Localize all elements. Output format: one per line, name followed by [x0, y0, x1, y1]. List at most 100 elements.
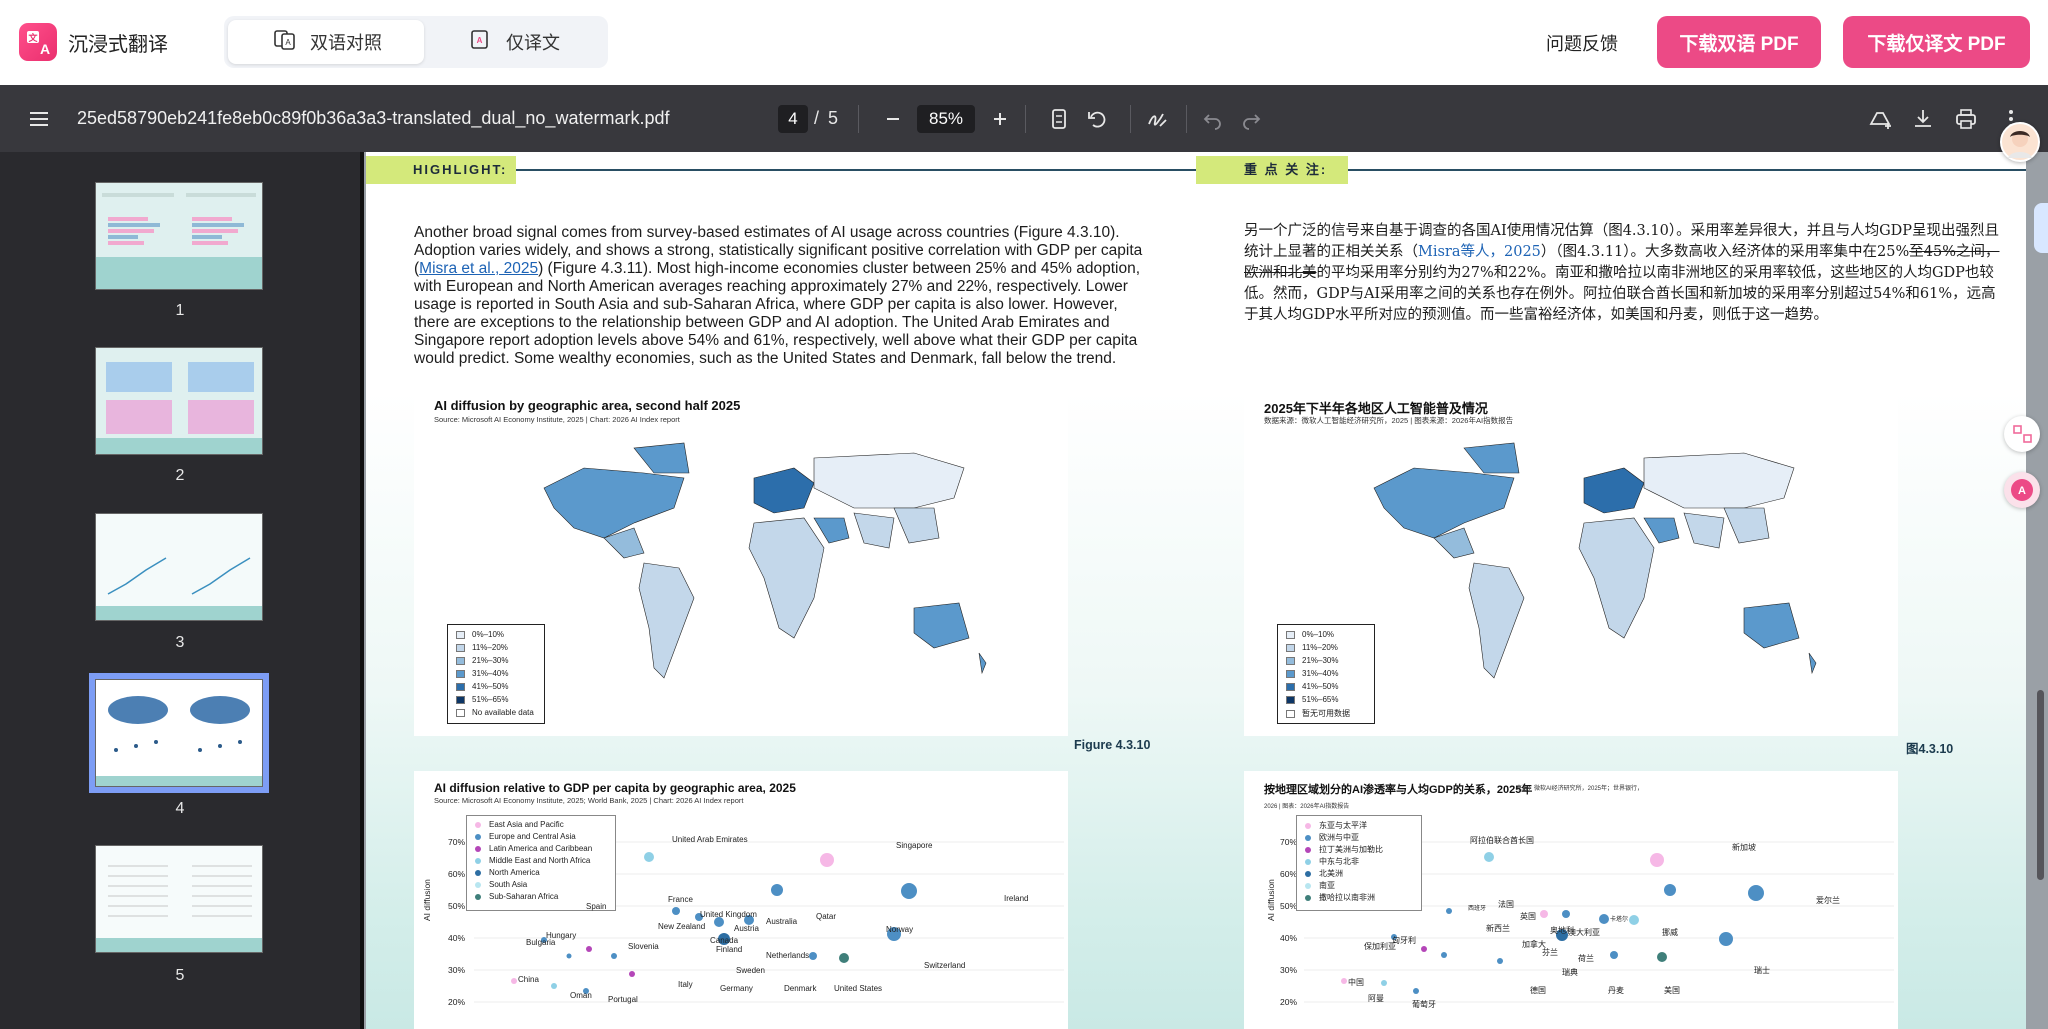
y-tick: 60% — [1280, 869, 1298, 879]
data-point — [1484, 852, 1494, 862]
y-tick: 40% — [448, 933, 466, 943]
point-label: Italy — [678, 980, 693, 989]
data-point — [644, 852, 654, 862]
tab-translated-only[interactable]: A 仅译文 — [424, 20, 604, 64]
map-legend: 0%–10% 11%–20% 21%–30% 31%–40% 41%–50% 5… — [447, 624, 545, 724]
side-panel-tab[interactable] — [2034, 203, 2048, 253]
data-point — [1441, 952, 1447, 958]
translate-float-icon[interactable]: A — [2004, 472, 2040, 508]
page-separator: / — [814, 108, 820, 128]
figure-title: AI diffusion by geographic area, second … — [434, 398, 741, 413]
tab-translated-only-label: 仅译文 — [506, 33, 560, 53]
data-point — [1748, 885, 1764, 901]
figure-scatter-zh: 按地理区域划分的AI渗透率与人均GDP的关系，2025年 来源：微软AI经济研究… — [1244, 771, 1898, 1029]
point-label: 保加利亚 — [1364, 942, 1396, 951]
zoom-out-icon[interactable] — [880, 106, 906, 132]
thumbnail-page-1[interactable] — [95, 182, 263, 290]
y-tick: 50% — [448, 901, 466, 911]
vertical-scrollbar[interactable] — [2037, 690, 2044, 880]
legend-item: 51%–65% — [1286, 695, 1338, 706]
figure-title: AI diffusion relative to GDP per capita … — [434, 781, 796, 795]
y-tick: 30% — [448, 965, 466, 975]
page-fit-icon[interactable] — [1046, 106, 1072, 132]
legend-item: 41%–50% — [456, 682, 508, 693]
redo-icon[interactable] — [1238, 106, 1264, 132]
thumbnail-page-4[interactable] — [89, 673, 269, 793]
y-axis-label: AI diffusion — [1266, 879, 1276, 921]
world-map — [1373, 442, 1817, 679]
point-label: 新西兰 — [1486, 924, 1510, 933]
legend-item: Middle East and North Africa — [475, 856, 590, 867]
data-point — [511, 978, 517, 984]
translated-only-icon: A — [470, 29, 492, 55]
y-tick: 70% — [1280, 837, 1298, 847]
legend-item: 0%–10% — [456, 630, 504, 641]
data-point — [672, 907, 680, 915]
point-label: Australia — [766, 917, 798, 926]
point-label: 卡塔尔 — [1610, 917, 1629, 923]
data-point — [820, 853, 834, 867]
y-tick: 40% — [1280, 933, 1298, 943]
data-point — [551, 983, 557, 989]
data-point — [1664, 884, 1676, 896]
point-label: 阿曼 — [1368, 994, 1384, 1003]
figure-source: Source: Microsoft AI Economy Institute, … — [434, 415, 680, 424]
thumbnail-page-2[interactable] — [95, 347, 263, 455]
point-label: 德国 — [1530, 986, 1546, 995]
figure-caption-en: Figure 4.3.10 — [1074, 738, 1151, 752]
draw-icon[interactable] — [1145, 106, 1171, 132]
legend-item: South Asia — [475, 880, 527, 891]
thumbnail-page-5[interactable] — [95, 845, 263, 953]
point-label: 法国 — [1498, 900, 1514, 909]
data-point — [809, 952, 817, 960]
split-view-icon[interactable] — [2004, 416, 2040, 452]
legend-item: 21%–30% — [456, 656, 508, 667]
print-icon[interactable] — [1953, 106, 1979, 132]
zoom-in-icon[interactable] — [987, 106, 1013, 132]
thumbnail-label: 4 — [175, 800, 185, 817]
svg-text:A: A — [2018, 485, 2026, 497]
data-point — [586, 946, 592, 952]
thumbnail-label: 3 — [175, 634, 185, 651]
point-label: 美国 — [1664, 986, 1680, 995]
figure-map-zh: 2025年下半年各地区人工智能普及情况 数据来源：微软人工智能经济研究所，202… — [1244, 388, 1898, 736]
point-label: Oman — [570, 991, 592, 1000]
point-label: Netherlands — [766, 951, 810, 960]
thumbnail-page-3[interactable] — [95, 513, 263, 621]
page-number-input[interactable]: 4 — [778, 105, 808, 133]
user-avatar[interactable] — [2000, 122, 2040, 162]
feedback-link[interactable]: 问题反馈 — [1546, 30, 1618, 56]
legend-item: 中东与北非 — [1305, 856, 1359, 867]
svg-text:A: A — [285, 38, 291, 47]
data-point — [1421, 946, 1427, 952]
point-label: 新加坡 — [1732, 843, 1756, 852]
data-point — [1657, 952, 1667, 962]
data-point — [1562, 910, 1570, 918]
undo-icon[interactable] — [1200, 106, 1226, 132]
y-tick: 70% — [448, 837, 466, 847]
download-icon[interactable] — [1910, 106, 1936, 132]
map-legend: 0%–10% 11%–20% 21%–30% 31%–40% 41%–50% 5… — [1277, 624, 1375, 724]
point-label: 丹麦 — [1608, 986, 1624, 995]
rotate-icon[interactable] — [1084, 106, 1110, 132]
point-label: Canada — [710, 936, 739, 945]
legend-item: 东亚与太平洋 — [1305, 820, 1367, 831]
toolbar-divider — [1025, 105, 1026, 133]
tab-bilingual[interactable]: A 双语对照 — [228, 20, 424, 64]
legend-item: No available data — [456, 708, 534, 719]
point-label: 葡萄牙 — [1412, 1000, 1436, 1009]
legend-item: Europe and Central Asia — [475, 832, 576, 843]
citation-link[interactable]: Misra等人，2025 — [1418, 244, 1541, 260]
data-point — [1540, 910, 1548, 918]
thumbnail-label: 5 — [175, 967, 185, 984]
figure-caption-zh: 图4.3.10 — [1906, 742, 1954, 756]
paragraph-en: Another broad signal comes from survey-b… — [414, 224, 1143, 367]
download-bilingual-pdf-button[interactable]: 下载双语 PDF — [1657, 16, 1821, 68]
citation-link[interactable]: Misra et al., 2025 — [419, 260, 538, 277]
point-label: China — [518, 975, 539, 984]
menu-icon[interactable] — [26, 106, 52, 132]
download-translated-pdf-button[interactable]: 下载仅译文 PDF — [1843, 16, 2030, 68]
zoom-level-input[interactable]: 85% — [917, 105, 975, 133]
legend-item: 31%–40% — [1286, 669, 1338, 680]
add-drive-icon[interactable] — [1867, 106, 1893, 132]
